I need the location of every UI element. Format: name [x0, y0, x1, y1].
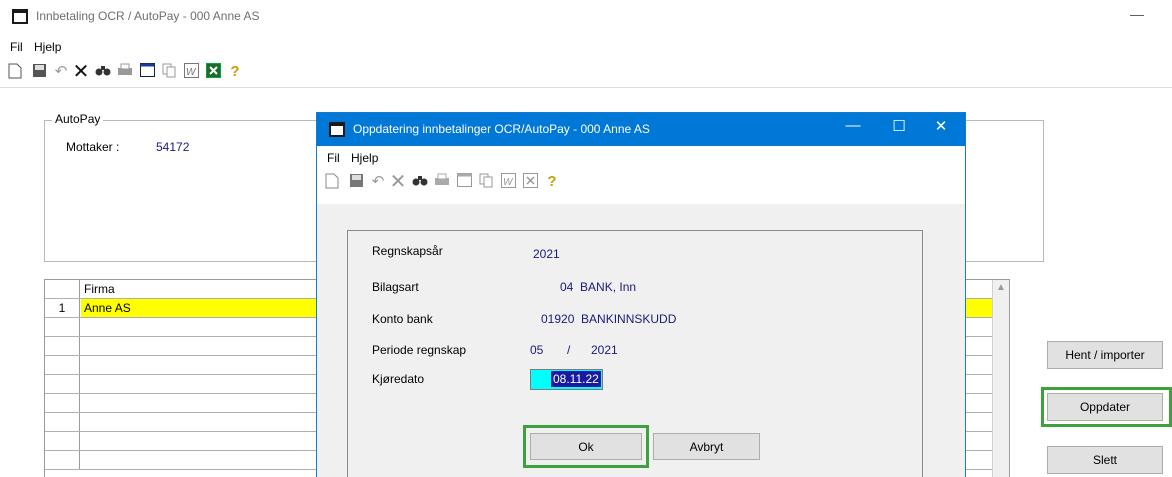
grid-corner-cell: [45, 280, 80, 298]
svg-text:W: W: [186, 67, 197, 78]
row-number: [45, 356, 80, 374]
dialog-menu-bar: Fil Hjelp: [327, 151, 386, 169]
regnskapsar-label: Regnskapsår: [372, 244, 443, 258]
word-icon[interactable]: W: [182, 63, 200, 81]
konto-bank-label: Konto bank: [372, 312, 433, 326]
new-file-icon[interactable]: [323, 173, 341, 191]
main-toolbar: ↶ ✕ W ?: [6, 62, 326, 83]
copy-icon[interactable]: [477, 173, 495, 191]
row-number: [45, 337, 80, 355]
periode-month: 05: [530, 343, 544, 357]
help-icon[interactable]: ?: [543, 173, 561, 191]
copy-icon[interactable]: [160, 63, 178, 81]
help-icon[interactable]: ?: [226, 63, 244, 81]
periode-year: 2021: [591, 343, 618, 357]
dialog-window-icon: [329, 122, 345, 137]
periode-separator: /: [567, 343, 571, 357]
svg-text:W: W: [503, 177, 514, 188]
row-number: 1: [45, 299, 80, 317]
print-icon[interactable]: [433, 173, 451, 191]
toolbar-divider: [0, 87, 1172, 88]
print-icon[interactable]: [116, 63, 134, 81]
find-icon[interactable]: [94, 63, 112, 81]
row-number: [45, 318, 80, 336]
oppdater-button[interactable]: Oppdater: [1047, 393, 1163, 421]
main-menu-hjelp[interactable]: Hjelp: [34, 40, 61, 54]
dialog-form-panel: Regnskapsår 2021 Bilagsart 04 BANK, Inn …: [347, 230, 923, 477]
row-number: [45, 413, 80, 431]
calendar-icon[interactable]: [455, 173, 473, 191]
slett-button[interactable]: Slett: [1047, 446, 1163, 474]
dialog-menu-hjelp[interactable]: Hjelp: [351, 151, 378, 165]
dialog-title: Oppdatering innbetalinger OCR/AutoPay - …: [353, 122, 650, 136]
app-window-icon: [12, 9, 28, 24]
mottaker-value: 54172: [156, 140, 190, 154]
main-minimize-button[interactable]: —: [1130, 6, 1144, 22]
bilagsart-label: Bilagsart: [372, 280, 419, 294]
new-file-icon[interactable]: [6, 63, 24, 81]
excel-icon[interactable]: [204, 63, 222, 81]
row-number: [45, 375, 80, 393]
main-menu-bar: Fil Hjelp: [10, 40, 69, 58]
row-number: [45, 394, 80, 412]
mottaker-label: Mottaker :: [66, 140, 120, 154]
main-title-bar: Innbetaling OCR / AutoPay - 000 Anne AS …: [0, 0, 1172, 34]
main-menu-fil[interactable]: Fil: [10, 40, 23, 54]
save-icon[interactable]: [30, 63, 48, 81]
kjoredato-label: Kjøredato: [372, 372, 425, 386]
dialog-menu-area: Fil Hjelp ↶ ✕ W ?: [317, 146, 965, 204]
dialog-toolbar: ↶ ✕ W ?: [323, 172, 643, 193]
excel-icon[interactable]: [521, 173, 539, 191]
dialog-close-button[interactable]: ✕: [921, 117, 961, 135]
avbryt-button[interactable]: Avbryt: [653, 433, 760, 460]
scroll-up-icon[interactable]: ▲: [996, 282, 1006, 293]
kjoredato-value: 08.11.22: [551, 371, 601, 387]
regnskapsar-value: 2021: [533, 247, 560, 261]
grid-scrollbar[interactable]: ▲: [992, 280, 1009, 477]
main-window-title: Innbetaling OCR / AutoPay - 000 Anne AS: [36, 9, 260, 23]
kjoredato-input[interactable]: 08.11.22: [530, 369, 603, 390]
save-icon[interactable]: [347, 173, 365, 191]
oppdatering-dialog: Oppdatering innbetalinger OCR/AutoPay - …: [316, 112, 966, 477]
dialog-title-bar: Oppdatering innbetalinger OCR/AutoPay - …: [317, 113, 965, 146]
find-icon[interactable]: [411, 173, 429, 191]
undo-icon[interactable]: ↶: [52, 63, 70, 81]
dialog-minimize-button[interactable]: —: [833, 117, 873, 134]
row-number: [45, 451, 80, 469]
hent-importer-button[interactable]: Hent / importer: [1047, 341, 1163, 369]
calendar-icon[interactable]: [138, 63, 156, 81]
periode-regnskap-label: Periode regnskap: [372, 343, 467, 357]
ok-button[interactable]: Ok: [530, 433, 642, 460]
word-icon[interactable]: W: [499, 173, 517, 191]
delete-icon[interactable]: ✕: [72, 62, 90, 82]
dialog-menu-fil[interactable]: Fil: [327, 151, 340, 165]
autopay-legend: AutoPay: [52, 112, 104, 126]
row-number: [45, 432, 80, 450]
delete-icon[interactable]: ✕: [389, 172, 407, 192]
bilagsart-value: 04 BANK, Inn: [560, 280, 637, 294]
dialog-maximize-button[interactable]: ☐: [879, 117, 919, 135]
konto-bank-value: 01920 BANKINNSKUDD: [541, 312, 677, 326]
undo-icon[interactable]: ↶: [369, 173, 387, 191]
